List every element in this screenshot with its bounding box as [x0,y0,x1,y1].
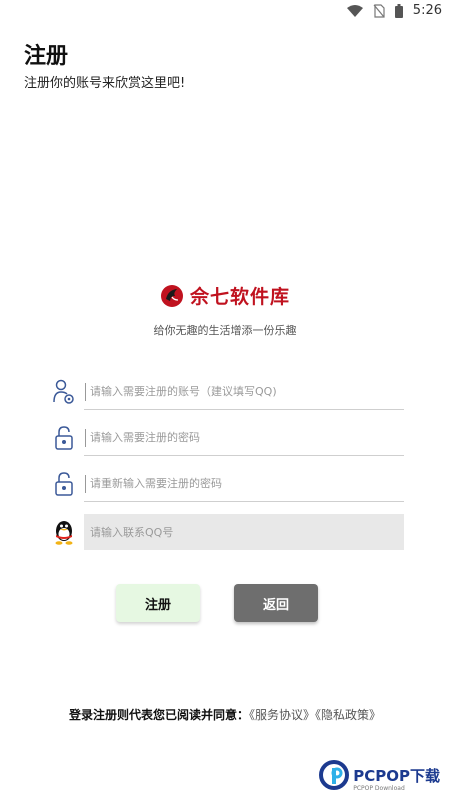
agreement-lead: 登录注册则代表您已阅读并同意： [68,708,249,722]
watermark-logo-icon [319,760,350,790]
brand-mark-icon [160,284,183,307]
service-agreement-link[interactable]: 《服务协议》 [249,708,315,722]
lock-icon [55,426,73,450]
agreement-text: 登录注册则代表您已阅读并同意：《服务协议》《隐私政策》 [0,706,450,723]
battery-icon [394,3,403,18]
no-sim-icon [373,3,385,18]
watermark: PCPOP下载 PCPOP Download [319,760,440,792]
status-bar: 5:26 [0,0,450,24]
register-button[interactable]: 注册 [116,584,200,622]
page-subtitle: 注册你的账号来欣赏这里吧! [24,76,186,91]
privacy-policy-link[interactable]: 《隐私政策》 [315,708,381,722]
qq-penguin-icon [55,521,73,545]
confirm-password-input[interactable] [84,466,404,502]
user-settings-icon [53,379,74,404]
lock-icon [55,472,73,496]
brand-tagline: 给你无趣的生活增添一份乐趣 [153,324,297,337]
qq-row [52,512,406,552]
back-button[interactable]: 返回 [234,584,318,622]
wifi-icon [346,4,363,17]
qq-input[interactable] [84,514,404,550]
account-row [52,372,406,412]
watermark-subtext: PCPOP Download [353,785,405,792]
password-input[interactable] [84,420,404,456]
account-input[interactable] [84,374,404,410]
confirm-password-row [52,464,406,504]
password-row [52,418,406,458]
brand-logo: 佘七软件库 [0,282,450,309]
page-title: 注册 [24,44,69,69]
watermark-text: PCPOP下载 [353,766,440,785]
status-time: 5:26 [412,3,442,18]
brand-name: 佘七软件库 [189,286,290,308]
